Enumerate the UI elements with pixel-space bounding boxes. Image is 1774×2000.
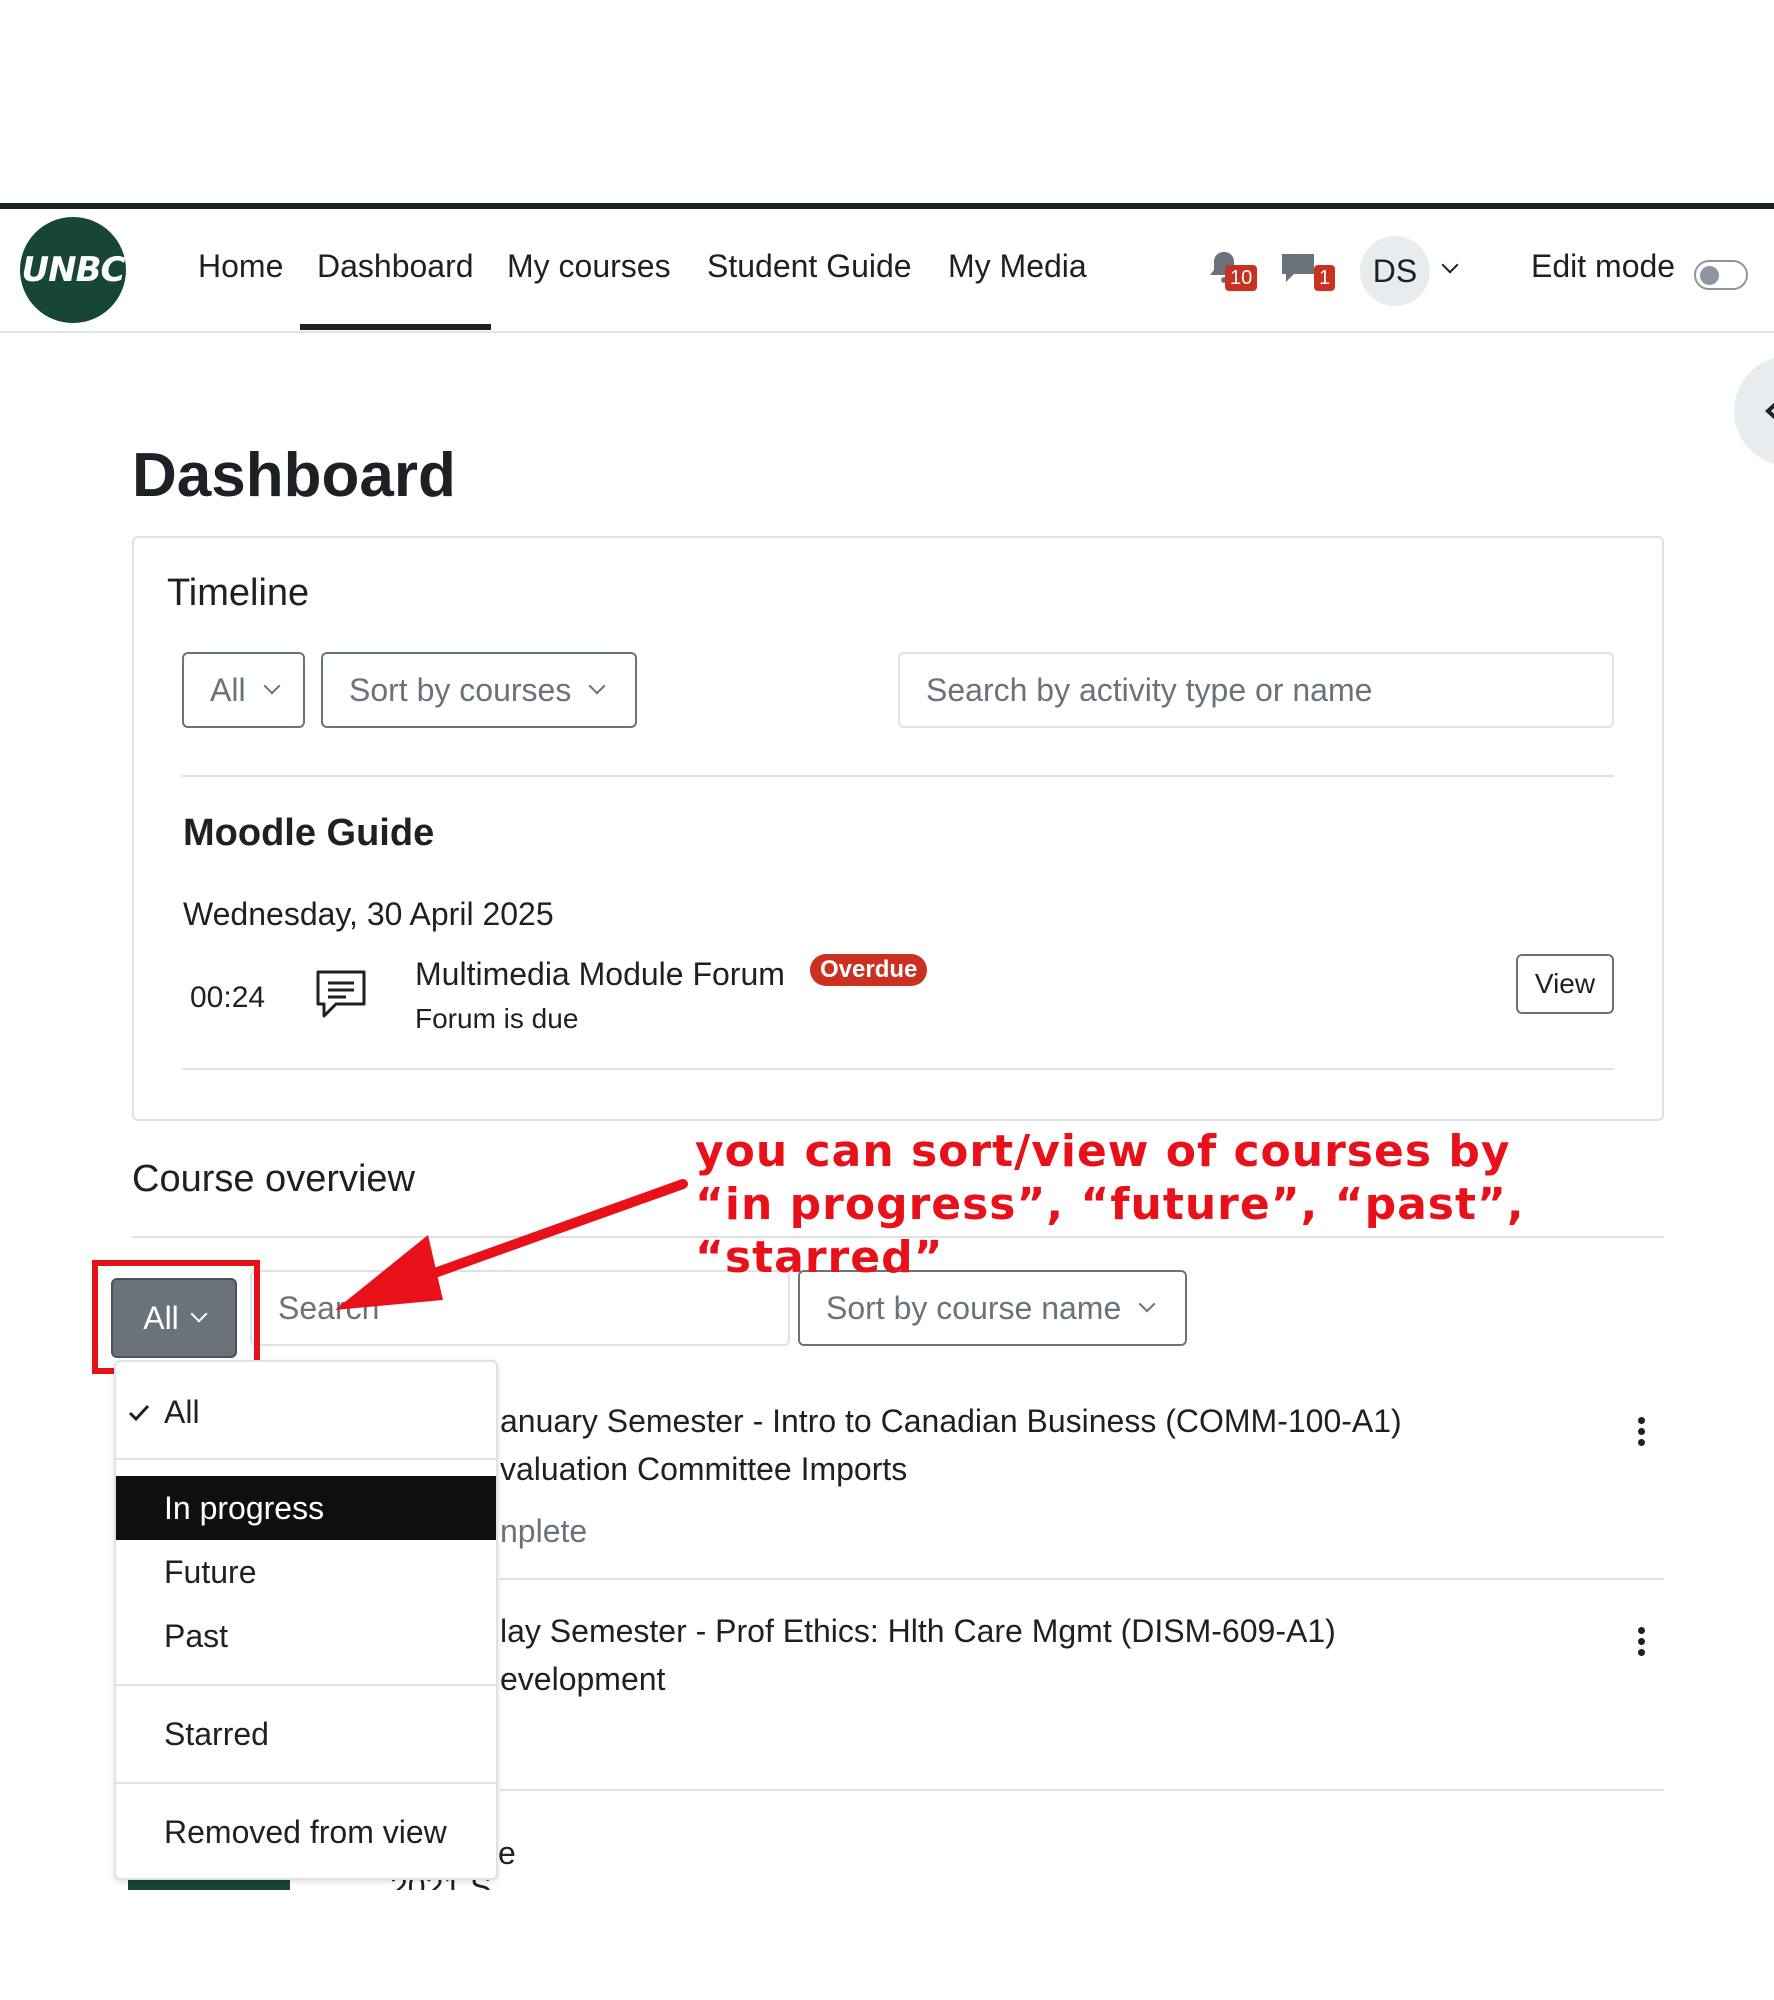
filter-option-label: Removed from view xyxy=(164,1813,447,1850)
annotation-text: you can sort/view of courses by “in prog… xyxy=(695,1125,1774,1284)
edit-mode-toggle[interactable] xyxy=(1694,260,1748,290)
divider xyxy=(500,1789,1664,1791)
filter-option-label: Past xyxy=(164,1617,229,1654)
chevron-down-icon xyxy=(1138,1295,1156,1313)
course-overview-heading: Course overview xyxy=(132,1158,415,1200)
divider xyxy=(500,1578,1664,1580)
user-avatar[interactable]: DS xyxy=(1360,236,1430,306)
timeline-sort-label: Sort by courses xyxy=(349,671,572,708)
course-3-title-link[interactable]: e xyxy=(498,1835,516,1872)
filter-option-label: In progress xyxy=(164,1489,325,1526)
filter-option-future[interactable]: Future xyxy=(116,1540,496,1604)
nav-home[interactable]: Home xyxy=(198,248,283,285)
timeline-search-input[interactable]: Search by activity type or name xyxy=(898,652,1614,728)
block-drawer-toggle[interactable] xyxy=(1734,356,1774,466)
timeline-filter-label: All xyxy=(210,671,246,708)
event-time: 00:24 xyxy=(190,981,266,1014)
course-1-progress: nplete xyxy=(500,1513,588,1549)
filter-option-removed[interactable]: Removed from view xyxy=(116,1800,496,1864)
timeline-date: Wednesday, 30 April 2025 xyxy=(183,896,554,932)
edit-mode-label: Edit mode xyxy=(1531,248,1676,284)
unbc-logo[interactable]: UNBC xyxy=(20,217,126,323)
overdue-badge: Overdue xyxy=(810,954,928,986)
view-button[interactable]: View xyxy=(1516,954,1614,1014)
divider xyxy=(182,775,1614,777)
filter-option-label: Future xyxy=(164,1553,257,1590)
course-2-title-link[interactable]: lay Semester - Prof Ethics: Hlth Care Mg… xyxy=(500,1613,1336,1650)
nav-my-media[interactable]: My Media xyxy=(948,248,1087,285)
user-menu-chevron-down-icon[interactable] xyxy=(1441,256,1459,276)
page-title: Dashboard xyxy=(132,441,456,510)
filter-option-label: All xyxy=(164,1393,200,1430)
messages-button[interactable] xyxy=(1280,252,1316,289)
course-search-placeholder: Search xyxy=(278,1289,380,1326)
chevron-left-icon xyxy=(1765,402,1774,420)
course-2-kebab-menu-icon[interactable] xyxy=(1638,1623,1646,1660)
nav-my-courses[interactable]: My courses xyxy=(507,248,671,285)
annotation-line-2: “in progress”, “future”, “past”, “starre… xyxy=(695,1179,1525,1283)
forum-icon xyxy=(314,968,368,1025)
filter-option-in-progress[interactable]: In progress xyxy=(116,1476,496,1540)
timeline-course-heading: Moodle Guide xyxy=(183,812,435,854)
filter-option-all[interactable]: All xyxy=(116,1380,496,1444)
timeline-filter-dropdown[interactable]: All xyxy=(182,652,305,728)
nav-dashboard[interactable]: Dashboard xyxy=(317,248,474,285)
course-filter-menu: All In progress Future Past Starred Remo… xyxy=(114,1360,498,1880)
chevron-down-icon xyxy=(588,677,606,695)
notifications-badge: 10 xyxy=(1225,265,1258,291)
course-filter-dropdown[interactable]: All xyxy=(111,1278,237,1358)
event-subtitle: Forum is due xyxy=(415,1003,579,1034)
course-1-category: valuation Committee Imports xyxy=(500,1451,908,1487)
filter-option-label: Starred xyxy=(164,1715,269,1752)
menu-divider xyxy=(116,1782,496,1784)
divider xyxy=(182,1068,1614,1070)
chevron-down-icon xyxy=(263,677,281,695)
timeline-heading: Timeline xyxy=(167,572,310,614)
menu-divider xyxy=(116,1458,496,1460)
course-2-category: evelopment xyxy=(500,1661,666,1697)
filter-option-past[interactable]: Past xyxy=(116,1604,496,1668)
course-1-kebab-menu-icon[interactable] xyxy=(1638,1413,1646,1450)
check-icon xyxy=(128,1404,150,1422)
timeline-search-placeholder: Search by activity type or name xyxy=(926,671,1373,708)
annotation-line-1: you can sort/view of courses by xyxy=(695,1126,1511,1177)
menu-divider xyxy=(116,1684,496,1686)
nav-student-guide[interactable]: Student Guide xyxy=(707,248,912,285)
course-1-title-link[interactable]: anuary Semester - Intro to Canadian Busi… xyxy=(500,1403,1402,1440)
filter-option-starred[interactable]: Starred xyxy=(116,1702,496,1766)
nav-active-indicator xyxy=(300,324,491,330)
course-filter-label: All xyxy=(143,1299,179,1336)
timeline-sort-dropdown[interactable]: Sort by courses xyxy=(321,652,637,728)
chat-icon xyxy=(1282,254,1314,282)
messages-badge: 1 xyxy=(1314,265,1336,291)
course-sort-label: Sort by course name xyxy=(826,1289,1122,1326)
event-name-link[interactable]: Multimedia Module Forum xyxy=(415,956,785,993)
chevron-down-icon xyxy=(190,1305,208,1323)
